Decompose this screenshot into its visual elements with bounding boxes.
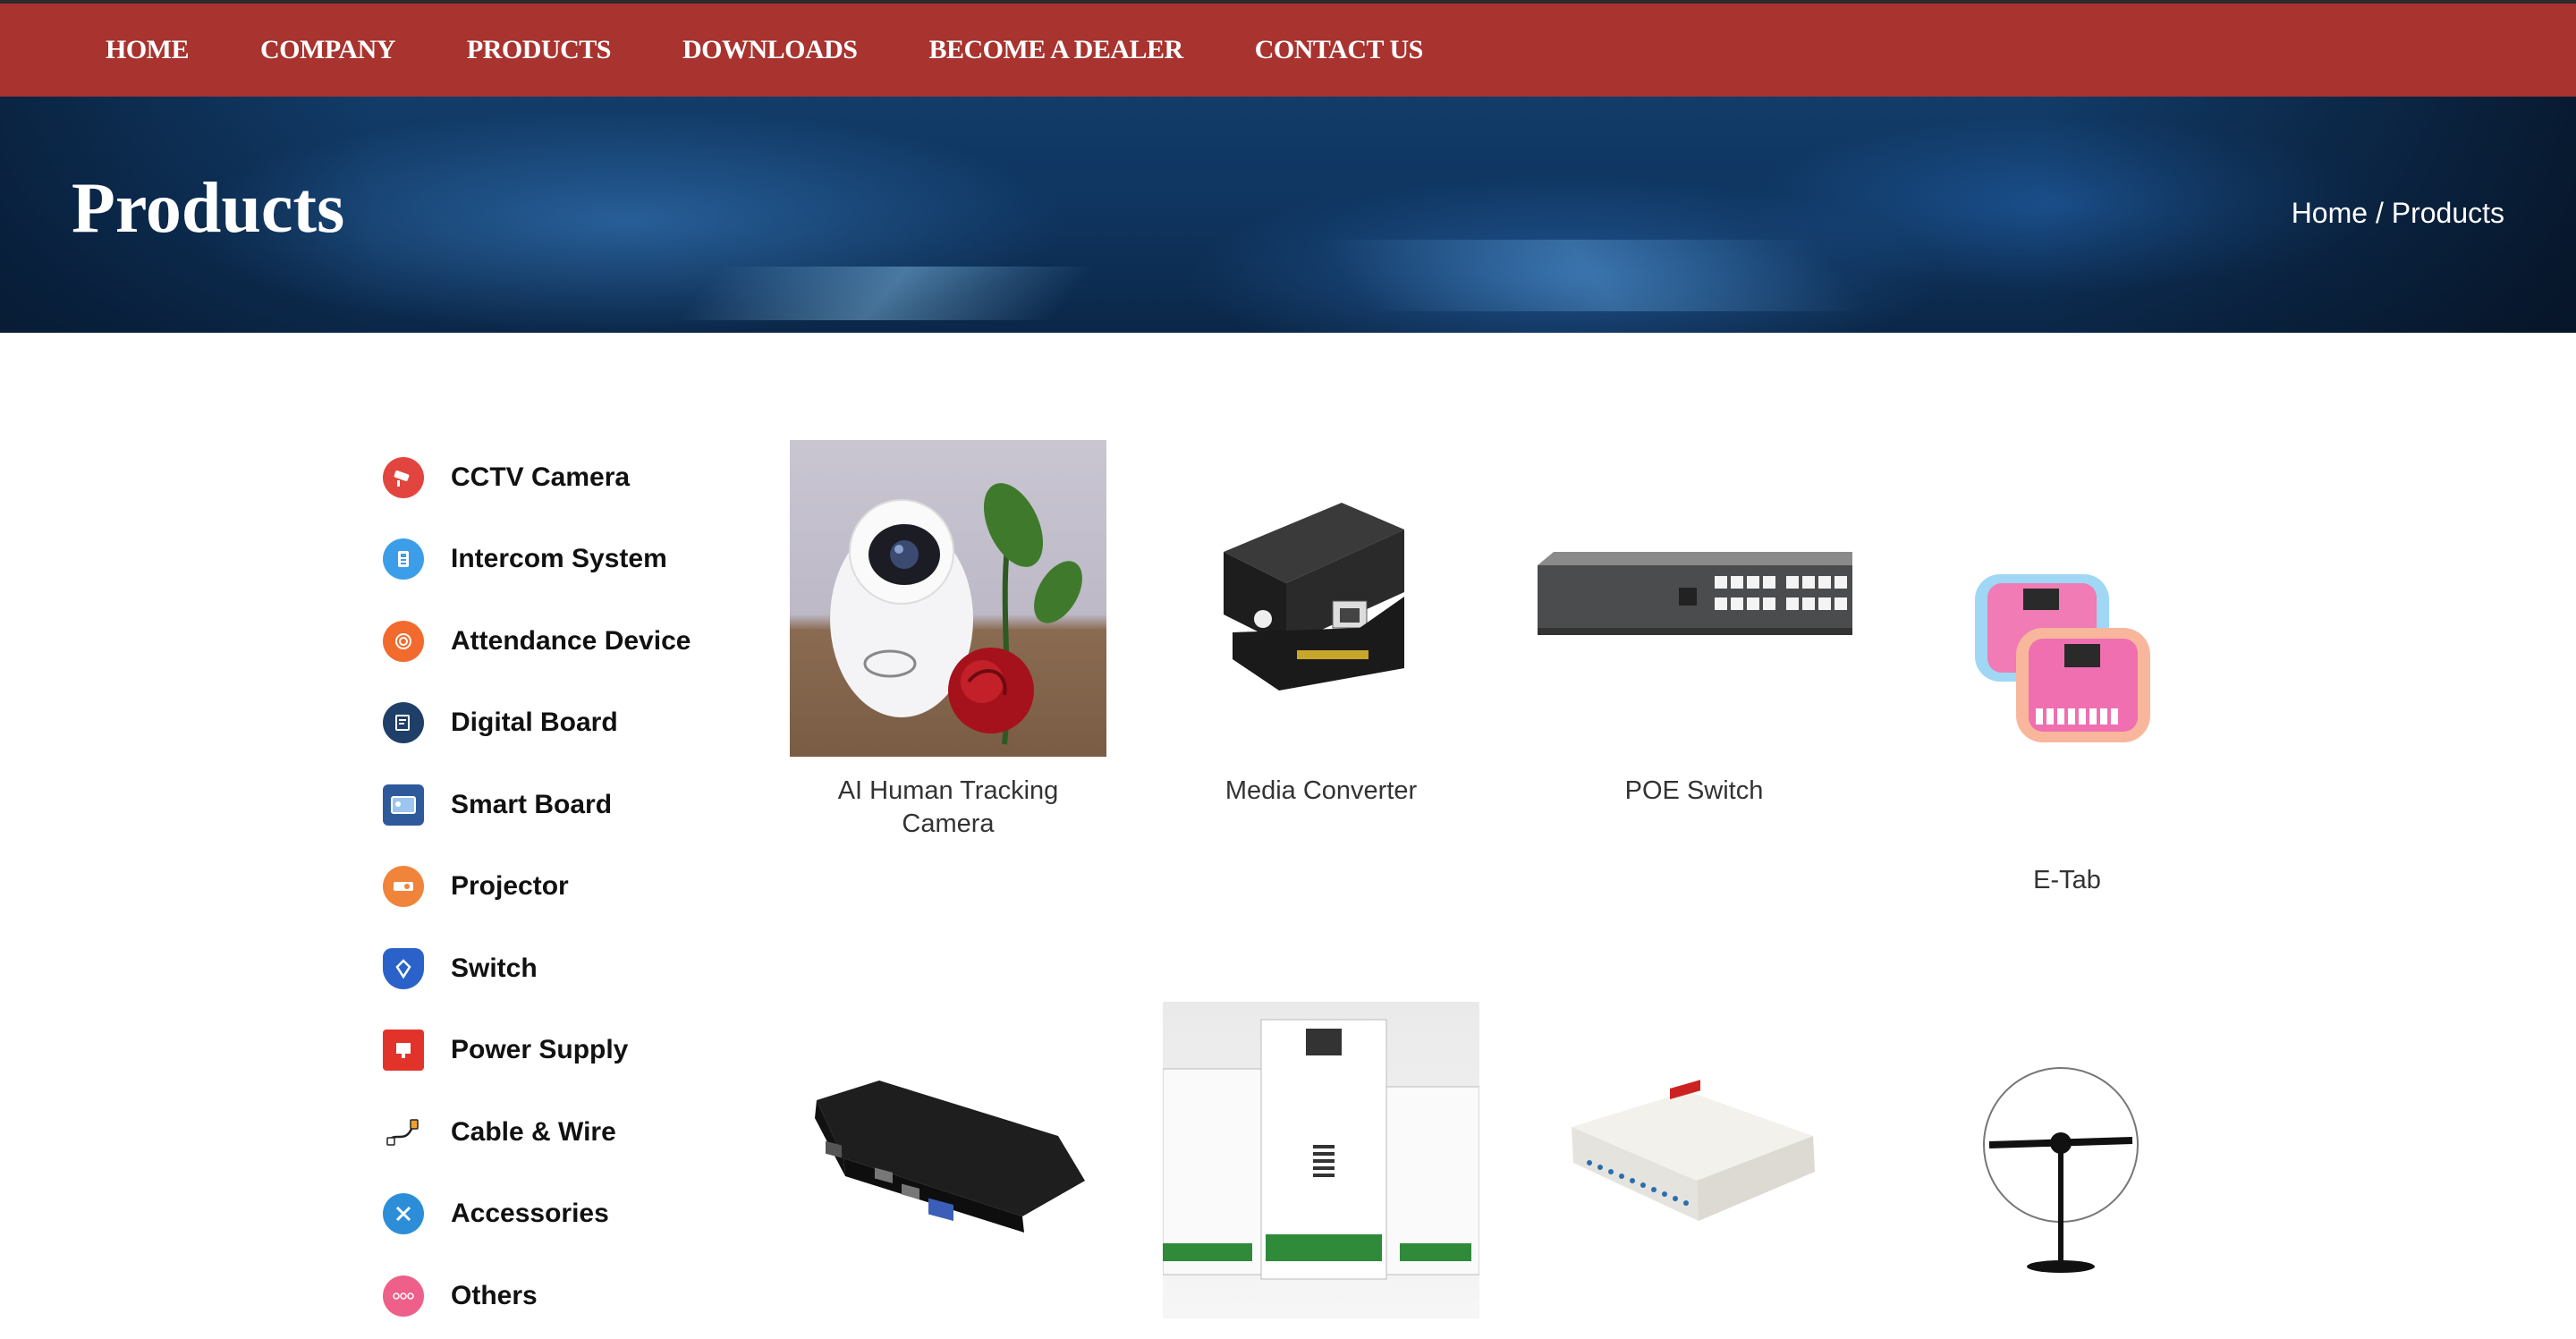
product-card[interactable] — [1163, 1002, 1479, 1318]
digital-board-icon — [383, 702, 424, 744]
fingerprint-icon — [383, 620, 424, 662]
top-navigation: HOME COMPANY PRODUCTS DOWNLOADS BECOME A… — [0, 0, 2576, 97]
product-image — [790, 440, 1106, 757]
product-card-e-tab[interactable]: E-Tab — [1909, 440, 2225, 897]
switch-icon — [383, 947, 424, 989]
category-label: Projector — [451, 871, 569, 902]
product-name: Media Converter — [1224, 776, 1418, 805]
category-label: Attendance Device — [451, 625, 691, 656]
product-card[interactable] — [790, 1002, 1106, 1318]
category-cctv-camera[interactable]: CCTV Camera — [383, 436, 723, 519]
cable-icon — [383, 1111, 424, 1153]
product-image — [1909, 1002, 2225, 1318]
category-switch[interactable]: Switch — [383, 928, 723, 1010]
category-digital-board[interactable]: Digital Board — [383, 682, 723, 765]
category-label: Digital Board — [451, 708, 618, 738]
category-label: Smart Board — [451, 789, 613, 819]
category-label: Intercom System — [451, 544, 667, 574]
category-label: Cable & Wire — [451, 1116, 616, 1147]
product-image — [1163, 440, 1479, 757]
product-image — [1909, 440, 2225, 864]
category-projector[interactable]: Projector — [383, 846, 723, 928]
breadcrumb: Home / Products — [2292, 197, 2504, 230]
product-card-ai-human-tracking-camera[interactable]: AI Human Tracking Camera — [790, 440, 1106, 841]
power-supply-icon — [383, 1030, 424, 1072]
category-label: Accessories — [451, 1199, 609, 1229]
cctv-camera-icon — [383, 456, 424, 498]
category-label: Others — [451, 1280, 538, 1310]
category-label: Power Supply — [451, 1035, 629, 1065]
nav-home[interactable]: HOME — [106, 35, 190, 65]
category-attendance-device[interactable]: Attendance Device — [383, 600, 723, 682]
hero-banner: Products Home / Products — [0, 97, 2576, 333]
nav-become-a-dealer[interactable]: BECOME A DEALER — [928, 35, 1183, 65]
smart-board-icon — [383, 784, 424, 826]
category-others[interactable]: Others — [383, 1255, 723, 1337]
category-smart-board[interactable]: Smart Board — [383, 764, 723, 846]
intercom-icon — [383, 538, 424, 581]
more-icon — [383, 1275, 424, 1317]
tools-icon — [383, 1193, 424, 1235]
page-title: Products — [72, 169, 345, 248]
product-name: AI Human Tracking Camera — [837, 776, 1059, 838]
product-image — [1536, 440, 1852, 757]
category-intercom-system[interactable]: Intercom System — [383, 519, 723, 601]
category-cable-wire[interactable]: Cable & Wire — [383, 1091, 723, 1174]
nav-contact-us[interactable]: CONTACT US — [1255, 35, 1424, 65]
breadcrumb-separator: / — [2368, 197, 2392, 229]
category-sidebar: CCTV Camera Intercom System Attendance D… — [383, 436, 723, 1337]
nav-downloads[interactable]: DOWNLOADS — [682, 35, 858, 65]
hero-light-streak — [674, 267, 1097, 320]
product-image — [1163, 1002, 1479, 1318]
breadcrumb-current: Products — [2391, 197, 2504, 229]
nav-company[interactable]: COMPANY — [260, 35, 395, 65]
hero-light-streak — [1316, 240, 1868, 311]
category-label: CCTV Camera — [451, 462, 631, 492]
product-card[interactable] — [1909, 1002, 2225, 1318]
product-image — [790, 1002, 1106, 1318]
product-name: POE Switch — [1624, 776, 1764, 805]
product-card[interactable] — [1536, 1002, 1852, 1318]
category-power-supply[interactable]: Power Supply — [383, 1010, 723, 1092]
breadcrumb-home-link[interactable]: Home — [2292, 197, 2368, 229]
product-name: E-Tab — [2033, 866, 2101, 894]
category-label: Switch — [451, 953, 538, 983]
projector-icon — [383, 866, 424, 908]
product-card-media-converter[interactable]: Media Converter — [1163, 440, 1479, 808]
nav-products[interactable]: PRODUCTS — [467, 35, 612, 65]
product-image — [1536, 1002, 1852, 1318]
category-accessories[interactable]: Accessories — [383, 1174, 723, 1256]
product-card-poe-switch[interactable]: POE Switch — [1536, 440, 1852, 808]
